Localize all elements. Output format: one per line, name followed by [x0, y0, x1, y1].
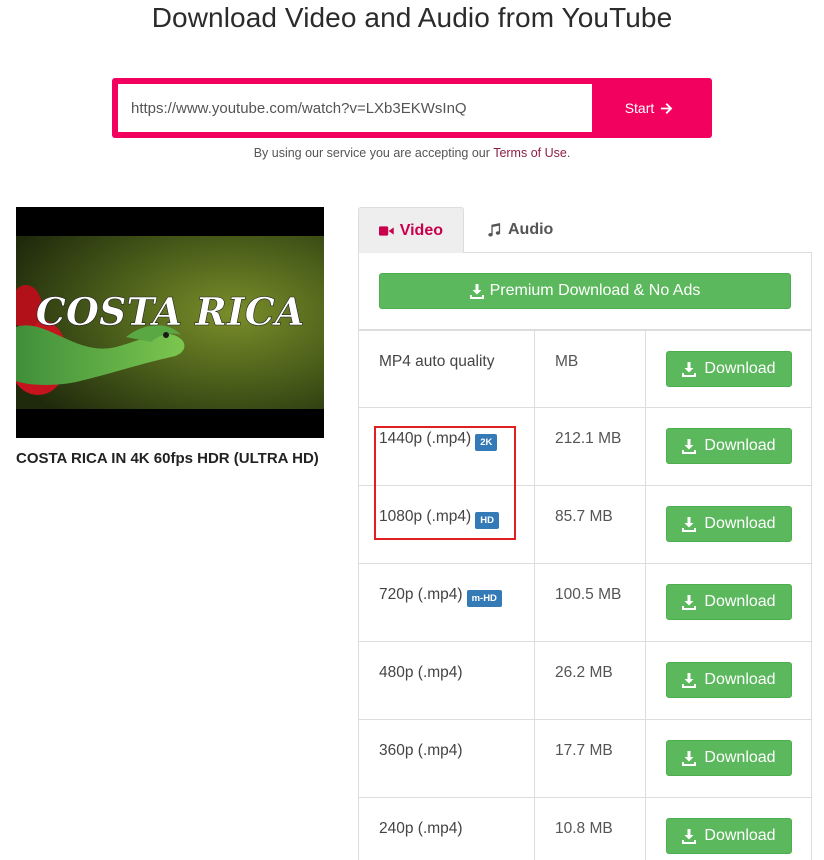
quality-label: 1080p (.mp4) — [379, 508, 472, 525]
quality-cell: 720p (.mp4) m-HD — [359, 564, 534, 641]
download-label: Download — [704, 827, 776, 844]
terms-prefix: By using our service you are accepting o… — [253, 146, 490, 160]
quality-cell: 360p (.mp4) — [359, 720, 534, 797]
download-button[interactable]: Download — [666, 428, 792, 464]
url-input[interactable] — [118, 84, 592, 132]
page-title: Download Video and Audio from YouTube — [151, 2, 673, 33]
download-label: Download — [704, 749, 776, 766]
size-cell: 10.8 MB — [534, 798, 645, 860]
premium-download-button[interactable]: Premium Download & No Ads — [379, 273, 791, 309]
premium-label: Premium Download & No Ads — [489, 282, 701, 299]
terms-link[interactable]: Terms of Use — [493, 146, 567, 160]
start-button[interactable]: Start — [592, 84, 706, 132]
format-row: 1080p (.mp4) HD 85.7 MB Download — [359, 485, 811, 563]
action-cell: Download — [645, 798, 811, 860]
video-camera-icon — [379, 225, 394, 236]
quality-badge: m-HD — [466, 590, 502, 607]
video-title: COSTA RICA IN 4K 60fps HDR (ULTRA HD) — [16, 450, 319, 467]
download-icon — [682, 516, 697, 532]
download-label: Download — [704, 593, 776, 610]
quality-cell: 480p (.mp4) — [359, 642, 534, 719]
quality-cell: 1440p (.mp4) 2K — [359, 408, 534, 485]
format-row: 360p (.mp4) 17.7 MB Download — [359, 719, 811, 797]
formats-table: MP4 auto quality MB Download 1440p (.mp4… — [359, 329, 811, 860]
format-row: 1440p (.mp4) 2K 212.1 MB Download — [359, 407, 811, 485]
tab-audio[interactable]: Audio — [466, 207, 573, 253]
video-thumbnail[interactable]: COSTA RICA — [16, 207, 324, 438]
download-button[interactable]: Download — [666, 506, 792, 542]
quality-cell: 240p (.mp4) — [359, 798, 534, 860]
thumbnail-title: COSTA RICA — [36, 289, 305, 334]
action-cell: Download — [645, 408, 811, 485]
quality-badge: 2K — [475, 434, 498, 451]
quality-label: 240p (.mp4) — [379, 820, 463, 837]
download-label: Download — [704, 360, 776, 377]
download-icon — [469, 283, 484, 299]
quality-label: 1440p (.mp4) — [379, 430, 472, 447]
action-cell: Download — [645, 486, 811, 563]
action-cell: Download — [645, 720, 811, 797]
start-label: Start — [624, 100, 655, 116]
format-row: 240p (.mp4) 10.8 MB Download — [359, 797, 811, 860]
tab-audio-label: Audio — [508, 221, 554, 238]
arrow-right-icon — [661, 102, 673, 114]
quality-cell: 1080p (.mp4) HD — [359, 486, 534, 563]
quality-label: MP4 auto quality — [379, 353, 495, 370]
quality-label: 360p (.mp4) — [379, 742, 463, 759]
download-button[interactable]: Download — [666, 351, 792, 387]
download-button[interactable]: Download — [666, 818, 792, 854]
size-cell: 26.2 MB — [534, 642, 645, 719]
action-cell: Download — [645, 564, 811, 641]
quality-label: 720p (.mp4) — [379, 586, 463, 603]
download-label: Download — [704, 671, 776, 688]
download-icon — [682, 672, 697, 688]
action-cell: Download — [645, 642, 811, 719]
size-cell: MB — [534, 331, 645, 407]
format-row: 720p (.mp4) m-HD 100.5 MB Download — [359, 563, 811, 641]
size-cell: 100.5 MB — [534, 564, 645, 641]
download-icon — [682, 828, 697, 844]
quality-label: 480p (.mp4) — [379, 664, 463, 681]
quality-badge: HD — [475, 512, 499, 529]
download-icon — [682, 438, 697, 454]
tab-video-label: Video — [399, 221, 443, 239]
download-icon — [682, 361, 697, 377]
tab-video[interactable]: Video — [358, 207, 464, 253]
format-row: 480p (.mp4) 26.2 MB Download — [359, 641, 811, 719]
quality-cell: MP4 auto quality — [359, 331, 534, 407]
video-panel: Premium Download & No Ads MP4 auto quali… — [358, 253, 812, 860]
download-button[interactable]: Download — [666, 740, 792, 776]
size-cell: 85.7 MB — [534, 486, 645, 563]
search-form: Start — [112, 78, 712, 138]
terms-notice: By using our service you are accepting o… — [0, 146, 824, 160]
action-cell: Download — [645, 331, 811, 407]
size-cell: 212.1 MB — [534, 408, 645, 485]
download-icon — [682, 594, 697, 610]
size-cell: 17.7 MB — [534, 720, 645, 797]
terms-suffix: . — [566, 146, 571, 160]
download-icon — [682, 750, 697, 766]
download-label: Download — [704, 515, 776, 532]
download-button[interactable]: Download — [666, 662, 792, 698]
download-button[interactable]: Download — [666, 584, 792, 620]
format-row: MP4 auto quality MB Download — [359, 329, 811, 407]
music-note-icon — [488, 223, 501, 237]
download-label: Download — [704, 437, 776, 454]
format-tabs: Video Audio — [358, 207, 812, 253]
